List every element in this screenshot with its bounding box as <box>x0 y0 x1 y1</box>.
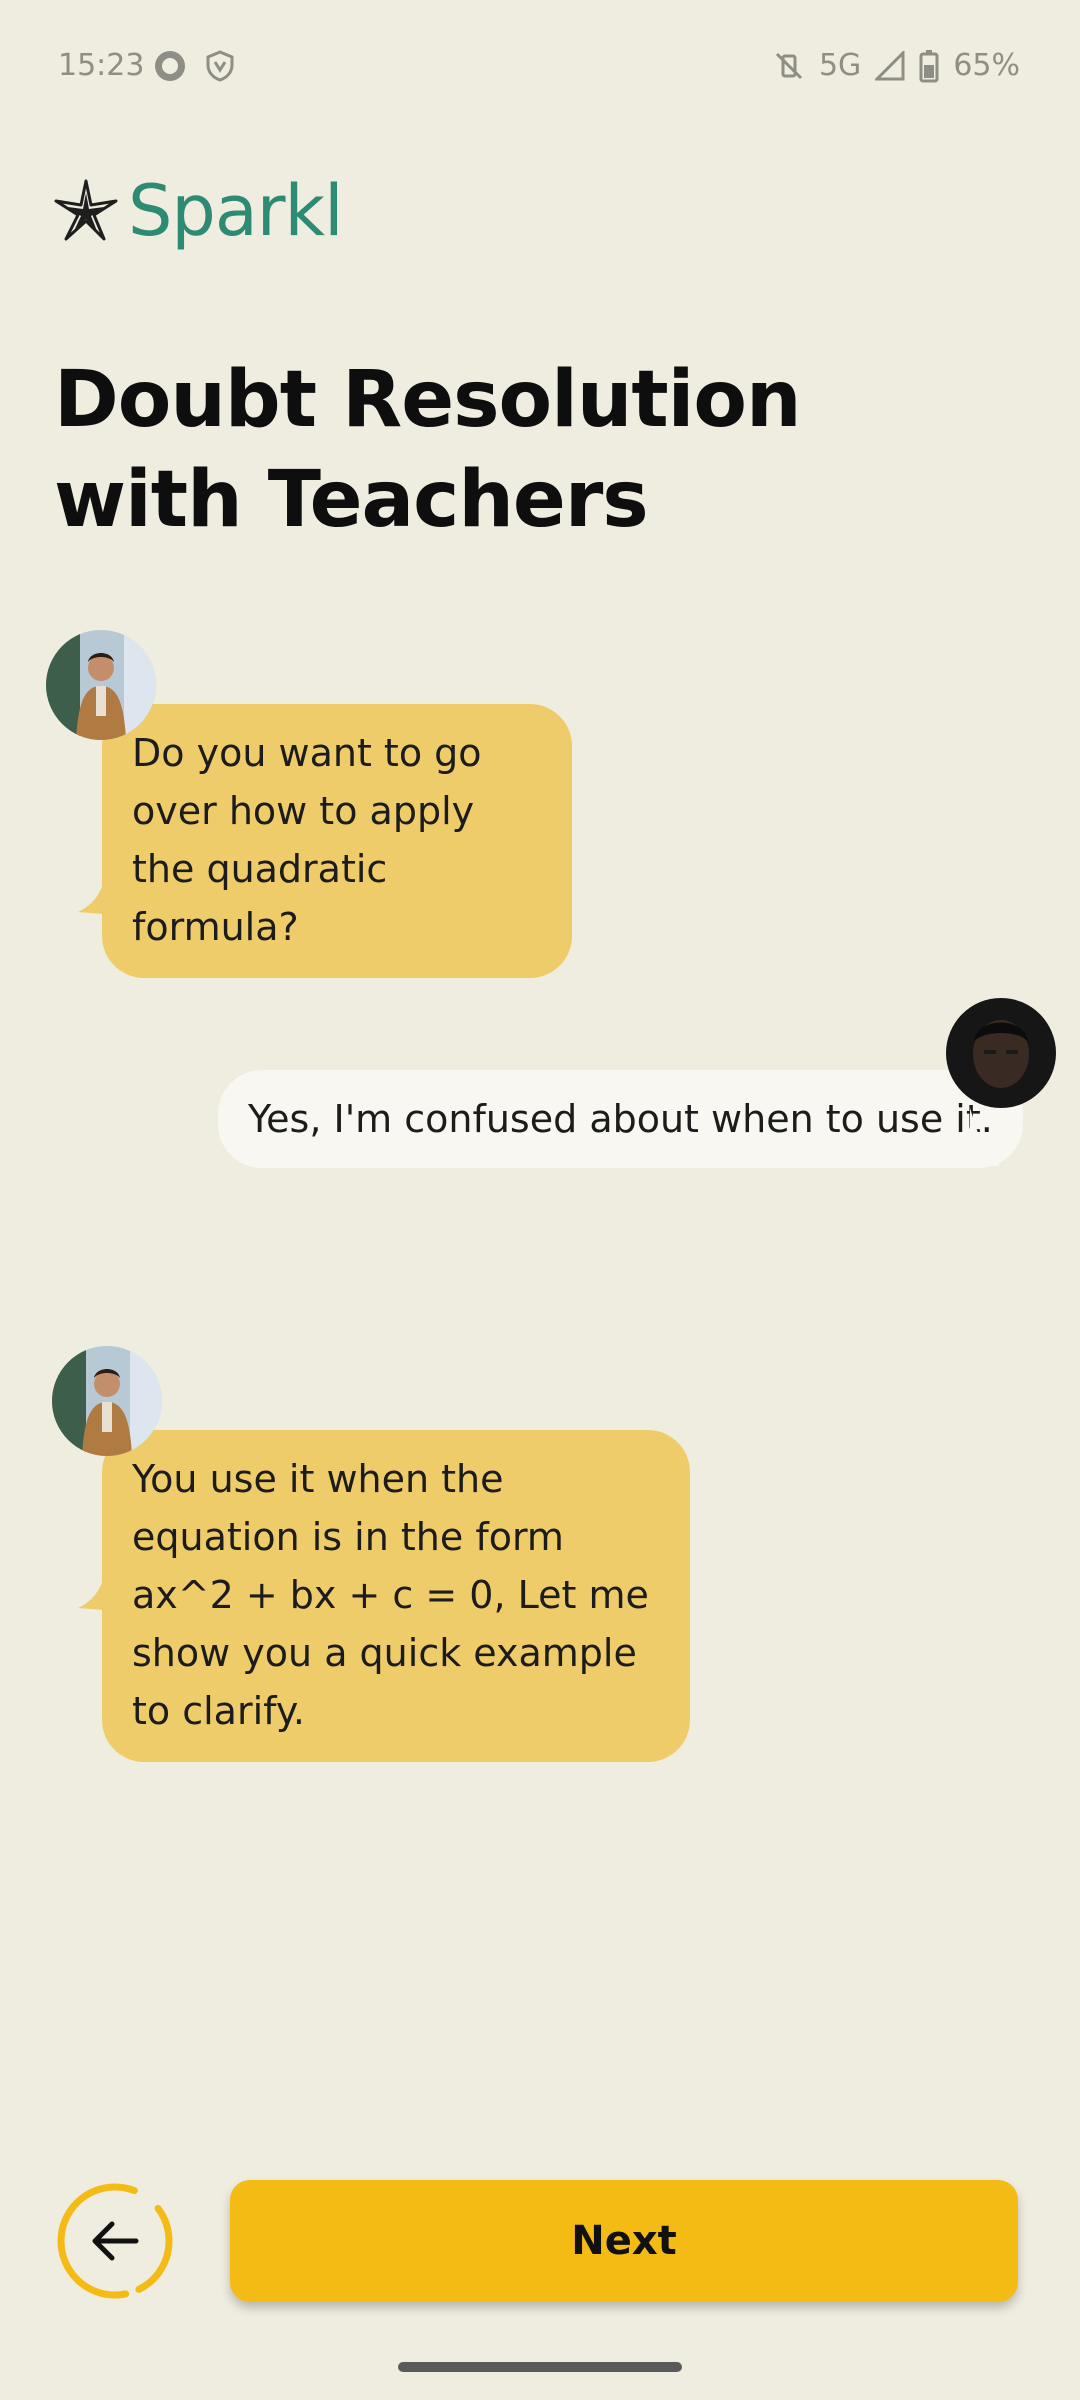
home-indicator[interactable] <box>398 2362 682 2372</box>
star-logo-icon <box>54 179 118 241</box>
teacher-avatar <box>52 1346 162 1456</box>
student-avatar <box>946 998 1056 1108</box>
status-bar: 15:23 5G 65% <box>0 0 1080 130</box>
page-title: Doubt Resolution with Teachers <box>54 350 854 550</box>
status-right: 5G 65% <box>773 48 1020 83</box>
network-type: 5G <box>818 48 862 83</box>
teacher-message-bubble: You use it when the equation is in the f… <box>102 1430 690 1762</box>
arrow-left-icon <box>57 2183 173 2299</box>
battery-level: 65% <box>953 48 1020 83</box>
shield-icon <box>206 50 234 82</box>
back-button[interactable] <box>54 2180 176 2302</box>
teacher-message-bubble: Do you want to go over how to apply the … <box>102 704 572 978</box>
teacher-avatar <box>46 630 156 740</box>
bubble-tail <box>970 1108 1000 1166</box>
next-button[interactable]: Next <box>230 2180 1018 2302</box>
vibrate-off-icon <box>775 52 803 79</box>
screen: 15:23 5G 65% Sparkl Doubt Resolution wit… <box>0 0 1080 2400</box>
battery-icon <box>919 49 939 82</box>
page-title-line-1: Doubt Resolution <box>54 355 802 445</box>
student-message-bubble: Yes, I'm confused about when to use it. <box>218 1070 1023 1168</box>
status-time: 15:23 <box>58 48 145 83</box>
brand-logo: Sparkl <box>54 170 344 252</box>
brand-name: Sparkl <box>128 170 344 252</box>
page-title-line-2: with Teachers <box>54 455 649 545</box>
signal-icon <box>875 50 905 80</box>
record-icon <box>155 51 185 81</box>
